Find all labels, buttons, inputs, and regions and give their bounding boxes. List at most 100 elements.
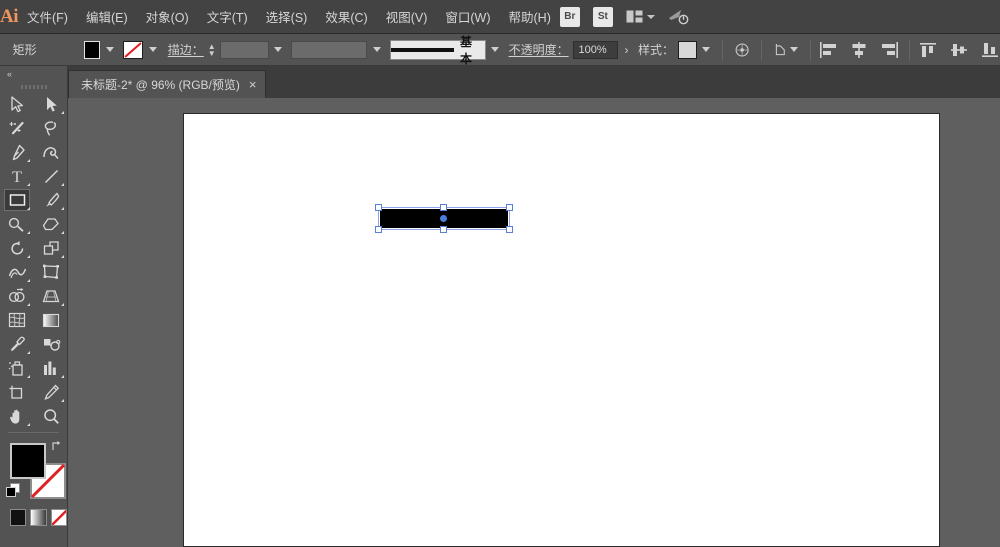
transparency-grid-icon[interactable] [735, 41, 749, 59]
brush-definition-select[interactable]: 基本 [390, 40, 486, 60]
tool-selection[interactable] [0, 92, 34, 116]
help-search-icon[interactable] [668, 9, 690, 25]
gradient-icon [42, 313, 60, 328]
stroke-dropdown-chevron-down-icon[interactable] [149, 47, 157, 52]
tool-flyout-corner-icon [27, 159, 30, 162]
tool-perspective-grid[interactable] [34, 284, 68, 308]
stroke-weight-chevron-down-icon[interactable] [274, 47, 282, 52]
align-left-icon[interactable] [819, 42, 837, 58]
style-chevron-down-icon[interactable] [702, 47, 710, 52]
stroke-profile-input[interactable] [291, 41, 367, 59]
transform-shape-icon[interactable] [774, 41, 787, 58]
menu-type[interactable]: 文字(T) [198, 0, 257, 34]
tool-rectangle[interactable] [0, 188, 34, 212]
fill-color-swatch[interactable] [84, 41, 100, 59]
menu-object[interactable]: 对象(O) [137, 0, 198, 34]
artboard[interactable] [183, 113, 940, 547]
workspace-switcher-button[interactable] [626, 10, 655, 23]
menu-file[interactable]: 文件(F) [18, 0, 77, 34]
selection-center-point[interactable] [440, 215, 447, 222]
align-horizontal-center-icon[interactable] [850, 42, 868, 58]
canvas-area[interactable] [68, 98, 1000, 547]
selection-handle-bottom-center[interactable] [440, 226, 447, 233]
collapse-panel-button[interactable]: « [0, 66, 67, 81]
tool-hand[interactable] [0, 404, 34, 428]
tool-flyout-corner-icon [27, 279, 30, 282]
tool-paintbrush[interactable] [34, 188, 68, 212]
brush-chevron-down-icon[interactable] [491, 47, 499, 52]
control-bar: 矩形 描边： ▲▼ [0, 34, 1000, 66]
stroke-weight-stepper[interactable]: ▲▼ [208, 44, 216, 56]
fill-color-indicator[interactable] [10, 443, 46, 479]
tool-direct-selection[interactable] [34, 92, 68, 116]
tool-gradient[interactable] [34, 308, 68, 332]
default-fill-stroke-icon[interactable] [6, 483, 21, 503]
selection-handle-top-right[interactable] [506, 204, 513, 211]
tool-mesh[interactable] [0, 308, 34, 332]
menu-help[interactable]: 帮助(H) [500, 0, 560, 34]
stroke-profile-chevron-down-icon[interactable] [373, 47, 381, 52]
color-swatch-button[interactable] [10, 509, 26, 526]
tool-blend[interactable] [34, 332, 68, 356]
tool-line-segment[interactable] [34, 164, 68, 188]
align-bottom-icon[interactable] [982, 42, 1000, 58]
brush-stroke-preview-icon [391, 48, 454, 52]
menu-view[interactable]: 视图(V) [377, 0, 437, 34]
tool-lasso[interactable] [34, 116, 68, 140]
paintbrush-icon [43, 192, 60, 209]
align-top-icon[interactable] [920, 42, 938, 58]
selection-handle-top-center[interactable] [440, 204, 447, 211]
selection-handle-bottom-right[interactable] [506, 226, 513, 233]
menu-effect[interactable]: 效果(C) [316, 0, 376, 34]
opacity-more-chevron-right-icon[interactable]: › [625, 43, 629, 57]
stroke-weight-input[interactable] [220, 41, 269, 59]
tool-slice[interactable] [34, 380, 68, 404]
tool-pen[interactable] [0, 140, 34, 164]
menu-select[interactable]: 选择(S) [257, 0, 317, 34]
stock-button[interactable]: St [593, 7, 613, 27]
tool-zoom[interactable] [34, 404, 68, 428]
graphic-style-swatch[interactable] [678, 41, 697, 59]
tool-flyout-corner-icon [27, 183, 30, 186]
align-right-icon[interactable] [881, 42, 899, 58]
tools-panel: « [0, 66, 68, 547]
gradient-swatch-button[interactable] [30, 509, 46, 526]
tool-flyout-corner-icon [61, 399, 64, 402]
tool-type[interactable]: T [0, 164, 34, 188]
tool-flyout-corner-icon [61, 207, 64, 210]
transform-chevron-down-icon[interactable] [790, 47, 798, 52]
bridge-button[interactable]: Br [560, 7, 580, 27]
document-tab[interactable]: 未标题-2* @ 96% (RGB/预览) × [68, 70, 266, 98]
align-vertical-center-icon[interactable] [951, 42, 969, 58]
tool-eraser[interactable] [34, 212, 68, 236]
tool-width[interactable] [0, 260, 34, 284]
tool-flyout-corner-icon [61, 183, 64, 186]
tool-magic-wand[interactable] [0, 116, 34, 140]
tool-pencil[interactable] [0, 212, 34, 236]
menu-window[interactable]: 窗口(W) [436, 0, 499, 34]
selection-handle-top-left[interactable] [375, 204, 382, 211]
opacity-input[interactable]: 100% [573, 41, 619, 59]
tool-curvature[interactable] [34, 140, 68, 164]
tool-symbol-sprayer[interactable] [0, 356, 34, 380]
none-swatch-button[interactable] [51, 509, 67, 526]
close-icon[interactable]: × [249, 78, 257, 91]
fill-dropdown-chevron-down-icon[interactable] [106, 47, 114, 52]
swap-fill-stroke-icon[interactable] [51, 439, 64, 455]
selection-handle-bottom-left[interactable] [375, 226, 382, 233]
menu-bar-right-group: Br St [560, 7, 1000, 27]
shape-builder-icon [8, 288, 26, 304]
menu-edit[interactable]: 编辑(E) [77, 0, 137, 34]
tool-scale[interactable] [34, 236, 68, 260]
tool-rotate[interactable] [0, 236, 34, 260]
tool-artboard[interactable] [0, 380, 34, 404]
tool-free-transform[interactable] [34, 260, 68, 284]
tool-shape-builder[interactable] [0, 284, 34, 308]
tools-grid: T [0, 92, 67, 428]
panel-drag-handle[interactable] [0, 81, 67, 92]
tool-eyedropper[interactable] [0, 332, 34, 356]
stroke-color-swatch[interactable] [123, 41, 143, 59]
tool-flyout-corner-icon [27, 423, 30, 426]
tool-flyout-corner-icon [27, 207, 30, 210]
tool-column-graph[interactable] [34, 356, 68, 380]
